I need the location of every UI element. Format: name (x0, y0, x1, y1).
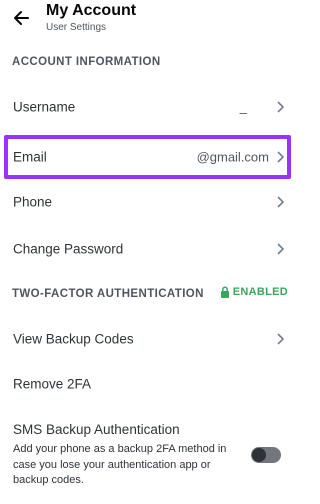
username-row[interactable]: Username _ (0, 87, 297, 127)
sms-backup-description: Add your phone as a backup 2FA method in… (13, 443, 227, 486)
username-label: Username (13, 99, 76, 115)
toggle-knob (252, 448, 266, 462)
view-backup-codes-label: View Backup Codes (13, 331, 134, 347)
change-password-row[interactable]: Change Password (0, 229, 297, 269)
2fa-status-text: ENABLED (232, 286, 288, 298)
chevron-right-icon (277, 243, 285, 255)
change-password-label: Change Password (13, 241, 124, 257)
email-value: @gmail.com (196, 149, 269, 165)
remove-2fa-label: Remove 2FA (13, 376, 92, 392)
phone-row[interactable]: Phone (0, 182, 297, 222)
phone-label: Phone (13, 194, 53, 210)
sms-backup-toggle[interactable] (251, 447, 281, 463)
section-heading-2fa: TWO-FACTOR AUTHENTICATION (12, 288, 204, 300)
view-backup-codes-row[interactable]: View Backup Codes (0, 319, 297, 359)
chevron-right-icon (277, 196, 285, 208)
email-label: Email (13, 149, 47, 165)
lock-icon (220, 286, 229, 298)
app-header: My Account User Settings (0, 0, 297, 40)
chevron-right-icon (277, 101, 285, 113)
chevron-right-icon (277, 333, 285, 345)
section-heading-account: ACCOUNT INFORMATION (12, 56, 161, 68)
remove-2fa-row[interactable]: Remove 2FA (0, 364, 297, 404)
email-row[interactable]: Email @gmail.com (0, 135, 297, 179)
page-subtitle: User Settings (46, 22, 107, 33)
arrow-left-icon (14, 11, 29, 25)
back-button[interactable] (8, 5, 34, 31)
sms-backup-label: SMS Backup Authentication (13, 422, 180, 437)
2fa-status-badge: ENABLED (220, 286, 288, 298)
username-value: _ (239, 99, 247, 115)
page-title: My Account (46, 2, 137, 19)
chevron-right-icon (277, 151, 285, 163)
